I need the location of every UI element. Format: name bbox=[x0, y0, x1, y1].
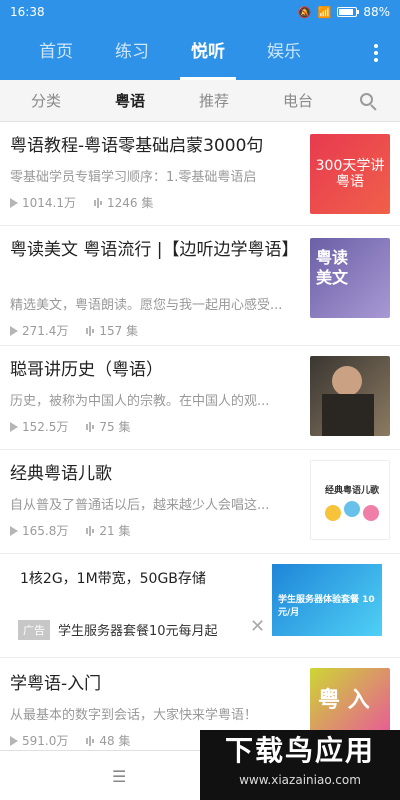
kid-figure bbox=[363, 505, 379, 521]
ad-text: 学生服务器套餐10元每月起 bbox=[58, 624, 218, 639]
status-icons: 🔕 📶 88% bbox=[298, 5, 390, 19]
subtab-category[interactable]: 分类 bbox=[4, 90, 88, 111]
item-meta: 591.0万 48 集 bbox=[10, 732, 130, 749]
tab-listen[interactable]: 悦听 bbox=[170, 24, 246, 80]
sub-nav: 分类 粤语 推荐 电台 bbox=[0, 80, 400, 122]
item-title: 粤语教程-粤语零基础启蒙3000句 bbox=[10, 136, 264, 156]
episodes-icon bbox=[86, 735, 95, 746]
play-count: 1014.1万 bbox=[22, 196, 76, 210]
more-menu-icon[interactable] bbox=[374, 44, 378, 65]
episodes-icon bbox=[94, 197, 102, 208]
person-figure bbox=[332, 366, 362, 396]
cover-text: 300天学讲粤语 bbox=[315, 158, 385, 190]
item-title: 聪哥讲历史（粤语） bbox=[10, 360, 163, 380]
status-bar: 16:38 🔕 📶 88% bbox=[0, 0, 400, 24]
watermark: 下载鸟应用 www.xiazainiao.com bbox=[200, 730, 400, 800]
list-item[interactable]: 经典粤语儿歌 自从普及了普通话以后，越来越少人会唱这... 165.8万 21 … bbox=[0, 450, 400, 554]
item-meta: 165.8万 21 集 bbox=[10, 522, 130, 539]
play-count-icon bbox=[10, 197, 18, 208]
play-count-icon bbox=[10, 735, 18, 746]
item-desc: 零基础学员专辑学习顺序：1.零基础粤语启 bbox=[10, 170, 257, 185]
play-count-icon bbox=[10, 421, 18, 432]
person-body bbox=[322, 394, 374, 436]
watermark-url: www.xiazainiao.com bbox=[239, 773, 361, 787]
album-cover: 300天学讲粤语 bbox=[310, 134, 390, 214]
cover-text: 经典粤语儿歌 bbox=[325, 486, 380, 496]
episode-count: 48 集 bbox=[99, 734, 131, 748]
tab-practice[interactable]: 练习 bbox=[94, 24, 170, 80]
play-count: 165.8万 bbox=[22, 524, 69, 538]
subtab-radio[interactable]: 电台 bbox=[256, 90, 340, 111]
tab-entertainment[interactable]: 娱乐 bbox=[246, 24, 322, 80]
ad-title: 1核2G，1M带宽，50GB存储 bbox=[20, 571, 206, 587]
subtab-cantonese[interactable]: 粤语 bbox=[88, 90, 172, 111]
episode-count: 157 集 bbox=[99, 324, 139, 338]
play-count-icon bbox=[10, 325, 18, 336]
close-icon[interactable]: ✕ bbox=[250, 616, 265, 637]
ad-badge: 广告 bbox=[18, 620, 50, 640]
watermark-brand: 下载鸟应用 bbox=[224, 734, 375, 767]
top-bar: 16:38 🔕 📶 88% 首页 练习 悦听 娱乐 bbox=[0, 0, 400, 80]
album-list: 粤语教程-粤语零基础启蒙3000句 零基础学员专辑学习顺序：1.零基础粤语启 1… bbox=[0, 122, 400, 762]
episode-count: 75 集 bbox=[99, 420, 131, 434]
list-item[interactable]: 粤读美文 粤语流行 |【边听边学粤语】 精选美文，粤语朗读。愿您与我一起用心感受… bbox=[0, 226, 400, 346]
play-count: 591.0万 bbox=[22, 734, 69, 748]
episode-count: 21 集 bbox=[99, 524, 131, 538]
subtab-recommend[interactable]: 推荐 bbox=[172, 90, 256, 111]
item-title: 学粤语-入门 bbox=[10, 674, 102, 694]
episode-count: 1246 集 bbox=[107, 196, 154, 210]
ad-card[interactable]: 1核2G，1M带宽，50GB存储 学生服务器体验套餐 10元/月 广告 学生服务… bbox=[0, 554, 400, 658]
album-cover: 经典粤语儿歌 bbox=[310, 460, 390, 540]
item-desc: 历史，被称为中国人的宗教。在中国人的观... bbox=[10, 394, 270, 409]
episodes-icon bbox=[86, 525, 95, 536]
battery-icon bbox=[337, 7, 360, 17]
play-count-icon bbox=[10, 525, 18, 536]
search-icon[interactable] bbox=[360, 93, 378, 111]
item-title: 经典粤语儿歌 bbox=[10, 464, 112, 484]
episodes-icon bbox=[86, 421, 95, 432]
wifi-icon: 📶 bbox=[317, 5, 332, 19]
battery-level: 88% bbox=[363, 5, 390, 19]
play-count: 152.5万 bbox=[22, 420, 69, 434]
item-meta: 271.4万 157 集 bbox=[10, 322, 138, 339]
episodes-icon bbox=[86, 325, 95, 336]
list-item[interactable]: 粤语教程-粤语零基础启蒙3000句 零基础学员专辑学习顺序：1.零基础粤语启 1… bbox=[0, 122, 400, 226]
item-meta: 152.5万 75 集 bbox=[10, 418, 130, 435]
cover-text: 粤 入 bbox=[318, 688, 370, 713]
item-desc: 精选美文，粤语朗读。愿您与我一起用心感受... bbox=[10, 298, 283, 313]
item-desc: 从最基本的数字到会话，大家快来学粤语！ bbox=[10, 708, 258, 723]
play-count: 271.4万 bbox=[22, 324, 69, 338]
app-screen: 16:38 🔕 📶 88% 首页 练习 悦听 娱乐 分类 粤语 推荐 电台 粤语… bbox=[0, 0, 400, 800]
list-item[interactable]: 聪哥讲历史（粤语） 历史，被称为中国人的宗教。在中国人的观... 152.5万 … bbox=[0, 346, 400, 450]
album-cover: 粤读美文 bbox=[310, 238, 390, 318]
item-desc: 自从普及了普通话以后，越来越少人会唱这... bbox=[10, 498, 270, 513]
item-meta: 1014.1万 1246 集 bbox=[10, 194, 153, 211]
cover-text: 粤读美文 bbox=[316, 248, 349, 287]
status-time: 16:38 bbox=[10, 5, 45, 19]
item-title: 粤读美文 粤语流行 |【边听边学粤语】 bbox=[10, 240, 299, 260]
menu-icon[interactable]: ☰ bbox=[112, 767, 126, 786]
tab-home[interactable]: 首页 bbox=[18, 24, 94, 80]
main-nav: 首页 练习 悦听 娱乐 bbox=[0, 24, 400, 80]
kid-figure bbox=[325, 505, 341, 521]
ad-image-text: 学生服务器体验套餐 10元/月 bbox=[278, 595, 375, 618]
mute-icon: 🔕 bbox=[297, 5, 312, 19]
album-cover bbox=[310, 356, 390, 436]
kid-figure bbox=[344, 501, 360, 517]
ad-image[interactable]: 学生服务器体验套餐 10元/月 bbox=[272, 564, 382, 636]
